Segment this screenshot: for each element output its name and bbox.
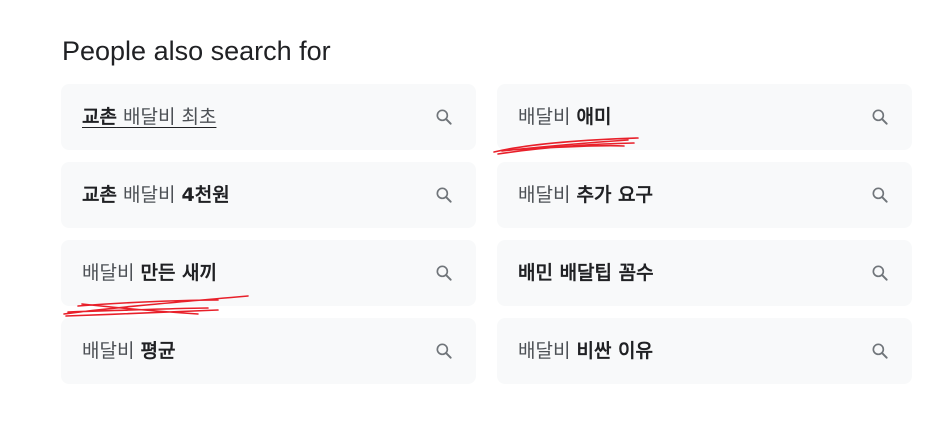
related-searches-grid: 교촌 배달비 최초 배달비 애미 교촌 배달비 4천원 배달비 추가 요구 배달… — [61, 84, 912, 384]
related-search-text: 교촌 배달비 최초 — [82, 106, 217, 128]
related-search-text: 배달비 추가 요구 — [518, 184, 654, 206]
search-icon — [436, 187, 452, 203]
related-search-text: 배달비 애미 — [518, 106, 612, 128]
related-search-text: 배달비 비싼 이유 — [518, 340, 654, 362]
search-icon — [436, 265, 452, 281]
related-search-chip[interactable]: 배달비 평균 — [61, 318, 476, 384]
search-icon — [436, 109, 452, 125]
search-icon — [872, 343, 888, 359]
related-search-text: 배달비 만든 새끼 — [82, 262, 218, 284]
related-search-text: 교촌 배달비 4천원 — [82, 184, 230, 206]
related-search-chip[interactable]: 배달비 추가 요구 — [497, 162, 912, 228]
related-search-chip[interactable]: 배달비 만든 새끼 — [61, 240, 476, 306]
related-search-chip[interactable]: 교촌 배달비 4천원 — [61, 162, 476, 228]
search-icon — [872, 109, 888, 125]
related-search-chip[interactable]: 배달비 애미 — [497, 84, 912, 150]
related-search-chip[interactable]: 배달비 비싼 이유 — [497, 318, 912, 384]
search-icon — [872, 187, 888, 203]
search-icon — [872, 265, 888, 281]
search-icon — [436, 343, 452, 359]
section-title: People also search for — [62, 36, 331, 66]
related-search-text: 배달비 평균 — [82, 340, 176, 362]
related-search-chip[interactable]: 배민 배달팁 꼼수 — [497, 240, 912, 306]
related-search-text: 배민 배달팁 꼼수 — [518, 262, 654, 284]
related-search-chip[interactable]: 교촌 배달비 최초 — [61, 84, 476, 150]
